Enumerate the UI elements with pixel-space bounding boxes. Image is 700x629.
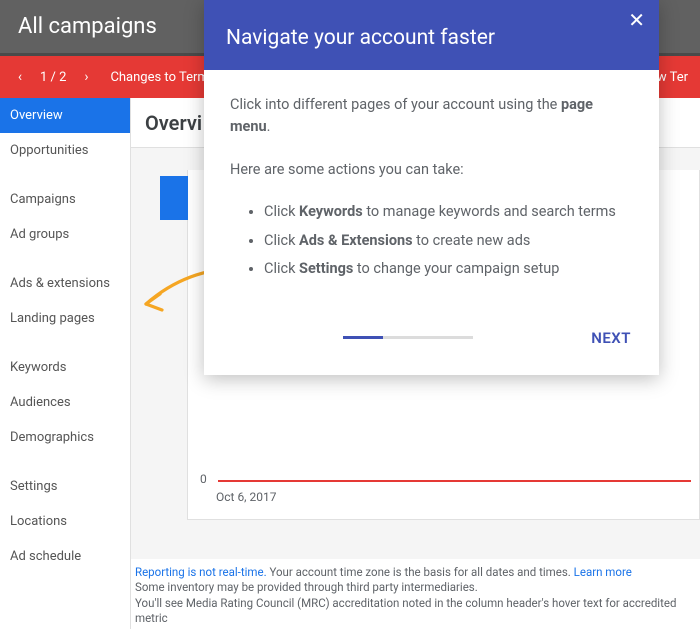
footer-text-1: Your account time zone is the basis for … xyxy=(267,565,574,579)
next-button[interactable]: NEXT xyxy=(587,323,635,353)
sidebar-item-settings[interactable]: Settings xyxy=(0,469,130,504)
modal-header: Navigate your account faster ✕ xyxy=(204,0,659,70)
sidebar-item-opportunities[interactable]: Opportunities xyxy=(0,133,130,168)
learn-more-link[interactable]: Learn more xyxy=(574,565,632,579)
chart-y-zero-label: 0 xyxy=(200,472,207,486)
modal-progress xyxy=(228,336,587,339)
modal-action-keywords: Click Keywords to manage keywords and se… xyxy=(264,201,633,223)
page-title: All campaigns xyxy=(18,14,157,39)
sidebar-item-ad-schedule[interactable]: Ad schedule xyxy=(0,539,130,574)
modal-intro: Click into different pages of your accou… xyxy=(230,94,633,139)
modal-action-ads-extensions: Click Ads & Extensions to create new ads xyxy=(264,230,633,252)
sidebar-item-locations[interactable]: Locations xyxy=(0,504,130,539)
sidebar-item-campaigns[interactable]: Campaigns xyxy=(0,182,130,217)
onboarding-modal: Navigate your account faster ✕ Click int… xyxy=(204,0,659,375)
sidebar-item-keywords[interactable]: Keywords xyxy=(0,350,130,385)
progress-fill xyxy=(343,336,383,339)
reporting-not-realtime-link[interactable]: Reporting is not real-time. xyxy=(135,565,267,579)
modal-lead: Here are some actions you can take: xyxy=(230,159,633,181)
sidebar-item-landing-pages[interactable]: Landing pages xyxy=(0,301,130,336)
chevron-right-icon[interactable]: › xyxy=(74,69,98,85)
modal-body: Click into different pages of your accou… xyxy=(204,70,659,313)
sidebar-item-demographics[interactable]: Demographics xyxy=(0,420,130,455)
modal-action-list: Click Keywords to manage keywords and se… xyxy=(230,201,633,280)
footer-line-3: You'll see Media Rating Council (MRC) ac… xyxy=(135,596,696,627)
modal-title: Navigate your account faster xyxy=(226,26,637,50)
modal-footer: NEXT xyxy=(204,313,659,375)
sidebar-item-ads-extensions[interactable]: Ads & extensions xyxy=(0,266,130,301)
sidebar-item-audiences[interactable]: Audiences xyxy=(0,385,130,420)
modal-action-settings: Click Settings to change your campaign s… xyxy=(264,258,633,280)
sidebar-item-ad-groups[interactable]: Ad groups xyxy=(0,217,130,252)
close-icon[interactable]: ✕ xyxy=(628,10,645,30)
chart-selector-handle[interactable] xyxy=(160,176,188,220)
reporting-footer: Reporting is not real-time. Your account… xyxy=(131,559,700,629)
footer-line-2: Some inventory may be provided through t… xyxy=(135,580,696,596)
progress-track xyxy=(343,336,473,339)
notification-counter: 1 / 2 xyxy=(32,70,74,85)
chart-series-line xyxy=(218,480,691,482)
sidebar-item-overview[interactable]: Overview xyxy=(0,98,130,133)
page-menu-sidebar: Overview Opportunities Campaigns Ad grou… xyxy=(0,98,131,629)
chevron-left-icon[interactable]: ‹ xyxy=(8,69,32,85)
chart-x-label: Oct 6, 2017 xyxy=(216,490,277,504)
